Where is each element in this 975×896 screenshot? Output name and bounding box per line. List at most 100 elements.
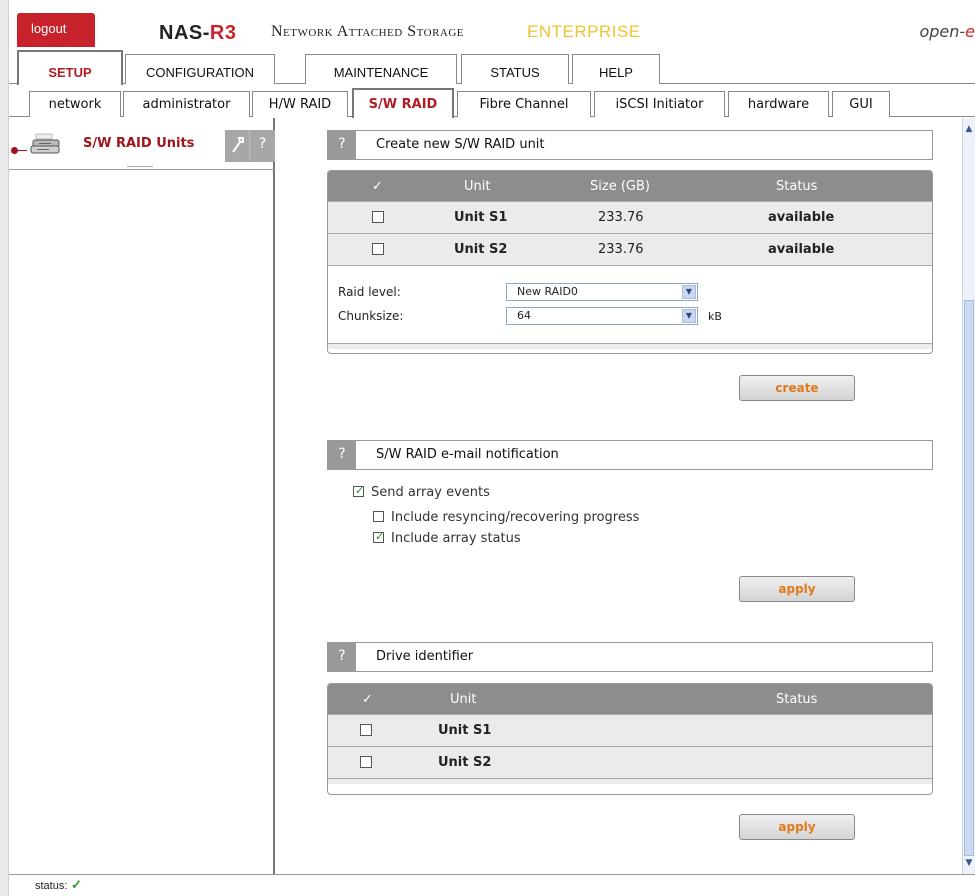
create-help-icon[interactable]: ?: [328, 131, 356, 159]
vendor-prefix: open-: [919, 22, 966, 41]
scroll-up-icon[interactable]: ▲: [963, 124, 975, 136]
select-all-column-header: ✓: [372, 179, 383, 194]
include-resync-checkbox[interactable]: [373, 511, 384, 522]
check-icon: ✓: [375, 530, 385, 543]
unit-status: available: [768, 242, 835, 257]
tab-help[interactable]: HELP: [572, 54, 660, 84]
send-array-events-option[interactable]: ✓ Send array events: [353, 484, 490, 500]
vertical-scrollbar[interactable]: ▲ ▼: [962, 118, 975, 874]
unit-s2-checkbox[interactable]: [372, 243, 384, 255]
brand-prefix: NAS-: [159, 22, 210, 44]
chunksize-label: Chunksize:: [338, 309, 404, 323]
include-array-status-checkbox[interactable]: ✓: [373, 530, 385, 543]
page: logout NAS-R3 Network Attached Storage E…: [9, 0, 975, 896]
wrench-icon[interactable]: [225, 130, 251, 162]
include-resync-option[interactable]: Include resyncing/recovering progress: [373, 510, 639, 525]
drive-s1-checkbox[interactable]: [360, 724, 372, 736]
create-unit-panel: ✓ Unit Size (GB) Status Unit S1 233.76 a…: [327, 170, 933, 354]
sidebar-help-icon[interactable]: ?: [249, 130, 275, 162]
tab-setup[interactable]: SETUP: [17, 50, 123, 85]
unit-name: Unit S2: [438, 755, 492, 770]
tab-maintenance[interactable]: MAINTENANCE: [305, 54, 457, 84]
send-array-events-label: Send array events: [371, 485, 490, 500]
main-content: ? Create new S/W RAID unit ✓ Unit Size (…: [277, 118, 962, 874]
column-status: Status: [776, 179, 818, 194]
email-section-title: S/W RAID e-mail notification: [376, 447, 559, 462]
tab-configuration[interactable]: CONFIGURATION: [125, 54, 275, 84]
main-tabs: SETUP CONFIGURATION MAINTENANCE STATUS H…: [9, 50, 975, 88]
email-help-icon[interactable]: ?: [328, 441, 356, 469]
select-all-column-header: ✓: [362, 692, 373, 707]
chunksize-value: 64: [517, 309, 531, 322]
panel-footer: [328, 343, 932, 349]
sub-tabs: network administrator H/W RAID S/W RAID …: [9, 88, 975, 118]
chunksize-select[interactable]: 64 ▼: [506, 307, 698, 325]
column-unit: Unit: [464, 179, 491, 194]
raid-options: Raid level: New RAID0 ▼ Chunksize: 64 ▼ …: [328, 265, 932, 343]
table-row: Unit S1: [328, 714, 932, 746]
wrench-glyph: [232, 137, 244, 153]
sidebar-item-label: S/W RAID Units: [83, 136, 195, 151]
table-header: ✓ Unit Status: [328, 684, 932, 714]
subtab-gui[interactable]: GUI: [832, 91, 890, 117]
drive-apply-button[interactable]: apply: [739, 814, 855, 840]
product-subtitle: Network Attached Storage: [271, 23, 465, 40]
product-logo: NAS-R3: [159, 22, 236, 45]
subtab-hw-raid[interactable]: H/W RAID: [252, 91, 348, 117]
unit-name: Unit S1: [454, 210, 508, 225]
chevron-down-icon: ▼: [682, 285, 696, 299]
chevron-down-icon: ▼: [682, 309, 696, 323]
scroll-thumb[interactable]: [964, 300, 974, 856]
chunksize-unit: kB: [708, 310, 722, 323]
check-icon: ✓: [355, 484, 365, 497]
send-array-events-checkbox[interactable]: ✓: [353, 484, 365, 497]
email-section-header: ? S/W RAID e-mail notification: [327, 440, 933, 470]
column-size: Size (GB): [590, 179, 650, 194]
column-unit: Unit: [450, 692, 477, 707]
subtab-administrator[interactable]: administrator: [123, 91, 250, 117]
unit-name: Unit S1: [438, 723, 492, 738]
unit-name: Unit S2: [454, 242, 508, 257]
create-button[interactable]: create: [739, 375, 855, 401]
subtab-iscsi-initiator[interactable]: iSCSI Initiator: [594, 91, 725, 117]
status-bar: status: ✓: [9, 874, 975, 896]
unit-s1-checkbox[interactable]: [372, 211, 384, 223]
subtab-fibre-channel[interactable]: Fibre Channel: [457, 91, 591, 117]
subtab-sw-raid[interactable]: S/W RAID: [352, 88, 454, 118]
active-marker-line: [17, 150, 27, 151]
header: logout NAS-R3 Network Attached Storage E…: [9, 0, 975, 50]
unit-status: available: [768, 210, 835, 225]
column-status: Status: [776, 692, 818, 707]
sidebar-item-sw-raid-units[interactable]: S/W RAID Units ?: [9, 126, 275, 170]
scroll-down-icon[interactable]: ▼: [963, 858, 975, 870]
raid-level-select[interactable]: New RAID0 ▼: [506, 283, 698, 301]
window-frame-left: [0, 0, 9, 896]
disk-array-icon: [30, 133, 60, 154]
unit-size: 233.76: [598, 242, 644, 257]
drive-help-icon[interactable]: ?: [328, 643, 356, 671]
panel-footer: [328, 778, 932, 784]
drive-s2-checkbox[interactable]: [360, 756, 372, 768]
include-array-status-label: Include array status: [391, 531, 521, 546]
raid-level-label: Raid level:: [338, 285, 401, 299]
subtab-hardware[interactable]: hardware: [728, 91, 829, 117]
brand-suffix: R3: [209, 22, 237, 44]
logout-button[interactable]: logout: [17, 13, 95, 47]
create-section-header: ? Create new S/W RAID unit: [327, 130, 933, 160]
vendor-logo: open-e: [919, 22, 975, 41]
raid-level-value: New RAID0: [517, 285, 578, 298]
drive-section-header: ? Drive identifier: [327, 642, 933, 672]
drive-identifier-panel: ✓ Unit Status Unit S1 Unit S2: [327, 683, 933, 795]
create-section-title: Create new S/W RAID unit: [376, 137, 545, 152]
include-resync-label: Include resyncing/recovering progress: [391, 510, 640, 525]
status-label: status:: [35, 880, 68, 892]
table-row: Unit S2 233.76 available: [328, 233, 932, 265]
table-row: Unit S1 233.76 available: [328, 201, 932, 233]
sidebar: S/W RAID Units ?: [9, 118, 275, 874]
include-array-status-option[interactable]: ✓ Include array status: [373, 530, 521, 546]
subtab-network[interactable]: network: [29, 91, 121, 117]
sidebar-collapse-handle[interactable]: [127, 166, 153, 172]
unit-size: 233.76: [598, 210, 644, 225]
tab-status[interactable]: STATUS: [461, 54, 569, 84]
email-apply-button[interactable]: apply: [739, 576, 855, 602]
